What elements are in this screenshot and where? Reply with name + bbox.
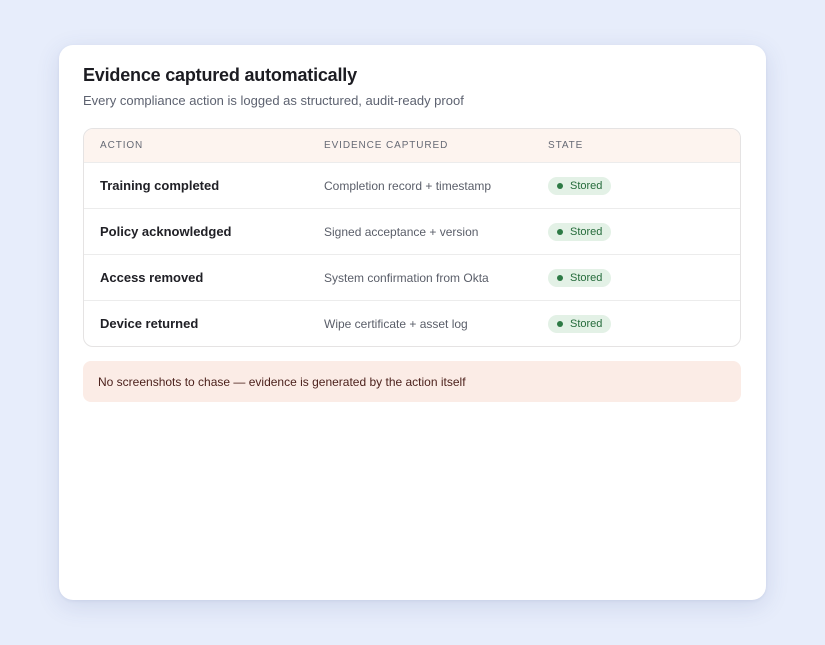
header-evidence: EVIDENCE CAPTURED xyxy=(324,140,449,151)
evidence-card: Evidence captured automatically Every co… xyxy=(59,45,766,600)
card-subtitle: Every compliance action is logged as str… xyxy=(83,93,464,108)
status-badge: Stored xyxy=(548,269,612,287)
row-evidence: Wipe certificate + asset log xyxy=(324,316,468,331)
status-badge-label: Stored xyxy=(570,180,603,192)
row-action: Access removed xyxy=(100,270,204,285)
header-state: STATE xyxy=(548,140,584,151)
status-badge: Stored xyxy=(548,223,612,241)
status-badge: Stored xyxy=(548,315,612,333)
row-evidence: Signed acceptance + version xyxy=(324,224,479,239)
status-badge-label: Stored xyxy=(570,226,603,238)
status-badge-label: Stored xyxy=(570,318,603,330)
row-evidence: Completion record + timestamp xyxy=(324,178,492,193)
status-badge: Stored xyxy=(548,177,612,195)
card-title: Evidence captured automatically xyxy=(83,65,357,85)
status-dot-icon xyxy=(557,183,563,189)
table-header-row: ACTION EVIDENCE CAPTURED STATE xyxy=(84,129,740,162)
row-action: Training completed xyxy=(100,178,220,193)
status-dot-icon xyxy=(557,321,563,327)
info-note-text: No screenshots to chase — evidence is ge… xyxy=(98,374,466,389)
row-action: Device returned xyxy=(100,316,199,331)
table-row: Access removed System confirmation from … xyxy=(84,254,740,300)
evidence-table: ACTION EVIDENCE CAPTURED STATE Training … xyxy=(83,128,741,347)
table-row: Policy acknowledged Signed acceptance + … xyxy=(84,208,740,254)
row-evidence: System confirmation from Okta xyxy=(324,270,489,285)
header-action: ACTION xyxy=(100,140,144,151)
status-dot-icon xyxy=(557,229,563,235)
info-note: No screenshots to chase — evidence is ge… xyxy=(83,361,741,402)
table-row: Device returned Wipe certificate + asset… xyxy=(84,300,740,346)
status-badge-label: Stored xyxy=(570,272,603,284)
status-dot-icon xyxy=(557,275,563,281)
table-row: Training completed Completion record + t… xyxy=(84,162,740,208)
row-action: Policy acknowledged xyxy=(100,224,232,239)
